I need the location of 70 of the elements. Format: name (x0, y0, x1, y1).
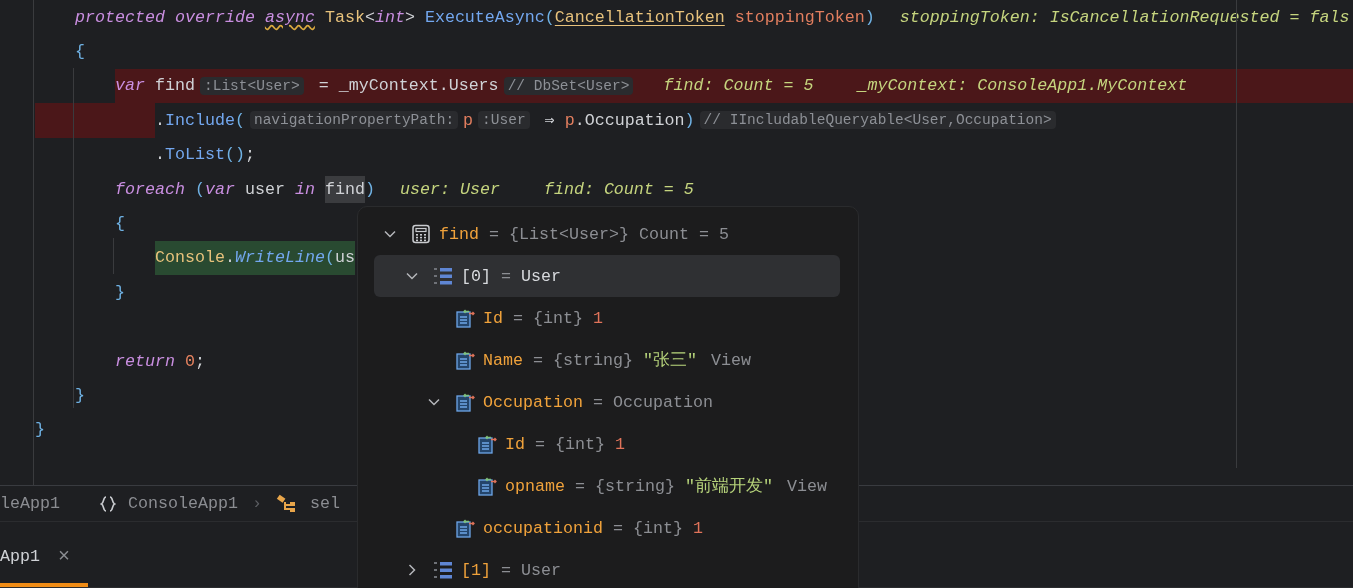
braces-icon (100, 494, 116, 513)
property-icon (477, 434, 497, 454)
code-text: } (35, 420, 45, 440)
code-text: p (463, 110, 474, 130)
property-icon (455, 392, 475, 412)
variable-value: = {int} 1 (612, 518, 703, 538)
tree-row[interactable]: Name = {string} "张三" View (374, 339, 840, 381)
numbered-list-icon (433, 266, 453, 286)
inlay-hint: :User (478, 111, 530, 130)
close-icon[interactable]: × (58, 544, 70, 568)
calculator-icon (411, 224, 431, 244)
tree-row[interactable]: [0] = User (374, 255, 840, 297)
variable-name: Id (483, 308, 503, 328)
breadcrumb-separator: › (251, 494, 262, 513)
tree-row[interactable]: find = {List<User>} Count = 5 (374, 213, 840, 255)
variable-name: Name (483, 350, 523, 370)
variable-value: = {string} "前端开发" (575, 476, 773, 497)
inlay-hint: navigationPropertyPath: (249, 111, 459, 130)
tree-row[interactable]: Id = {int} 1 (374, 423, 840, 465)
variable-name: [0] (461, 266, 491, 286)
inline-value: stoppingToken: IsCancellationRequested = fals (899, 7, 1350, 27)
code-text: .ToList(); (155, 145, 255, 165)
variable-name: Id (505, 434, 525, 454)
variable-value: = {int} 1 (535, 434, 625, 454)
property-icon (455, 308, 475, 328)
code-text: } (115, 282, 125, 302)
inline-value: _myContext: ConsoleApp1.MyContext (857, 76, 1188, 96)
variable-value: = User (501, 560, 561, 580)
inline-value: find: Count = 5 (543, 179, 694, 199)
property-icon (477, 476, 497, 496)
inlay-hint: // DbSet<User> (503, 76, 634, 95)
breadcrumb-item[interactable]: ConsoleApp1 (128, 494, 238, 513)
code-text: } (75, 386, 85, 405)
code-text: .Include( (155, 110, 245, 130)
editor-tab[interactable]: App1 × (0, 529, 88, 587)
variable-value: = {List<User>} Count = 5 (489, 224, 729, 244)
variable-name: occupationid (483, 518, 603, 538)
variable-name: [1] (461, 560, 491, 580)
code-text: Console.WriteLine(us (155, 248, 355, 268)
code-text: var find (115, 76, 195, 96)
variable-value: = {string} "张三" (533, 350, 697, 371)
code-text: { (115, 214, 125, 234)
tree-row[interactable]: Occupation = Occupation (374, 381, 840, 423)
tree-row[interactable]: occupationid = {int} 1 (374, 507, 840, 549)
tree-row[interactable]: [1] = User (374, 549, 840, 588)
breadcrumb-item[interactable]: sel (309, 494, 340, 513)
property-icon (455, 350, 475, 370)
inline-value: find: Count = 5 (663, 76, 814, 96)
variable-name: Occupation (483, 392, 583, 412)
variable-name: find (439, 224, 479, 244)
variable-value: = {int} 1 (513, 308, 603, 328)
code-text: ⇒ p.Occupation) (543, 110, 695, 131)
inlay-hint: :List<User> (200, 76, 304, 95)
numbered-list-icon (433, 560, 453, 580)
view-link[interactable]: View (710, 350, 751, 370)
inlay-hint: // IIncludableQueryable<User,Occupation> (699, 111, 1056, 130)
property-icon (455, 518, 475, 538)
code-text: = _myContext.Users (317, 76, 499, 96)
code-text: protected override async Task<int> ExecuteAsync(CancellationToken stoppingToken) (75, 7, 875, 27)
variable-name: opname (505, 476, 565, 496)
tree-row[interactable]: opname = {string} "前端开发" View (374, 465, 840, 507)
method-icon (275, 492, 298, 515)
code-text: return 0; (115, 351, 205, 371)
variable-value: = Occupation (592, 392, 713, 412)
view-link[interactable]: View (786, 476, 827, 496)
breadcrumb-item[interactable]: leApp1 (0, 494, 60, 513)
variable-value: = User (501, 266, 561, 286)
inline-value: user: User (399, 179, 500, 199)
code-text: { (75, 42, 85, 62)
tree-row[interactable]: Id = {int} 1 (374, 297, 840, 339)
